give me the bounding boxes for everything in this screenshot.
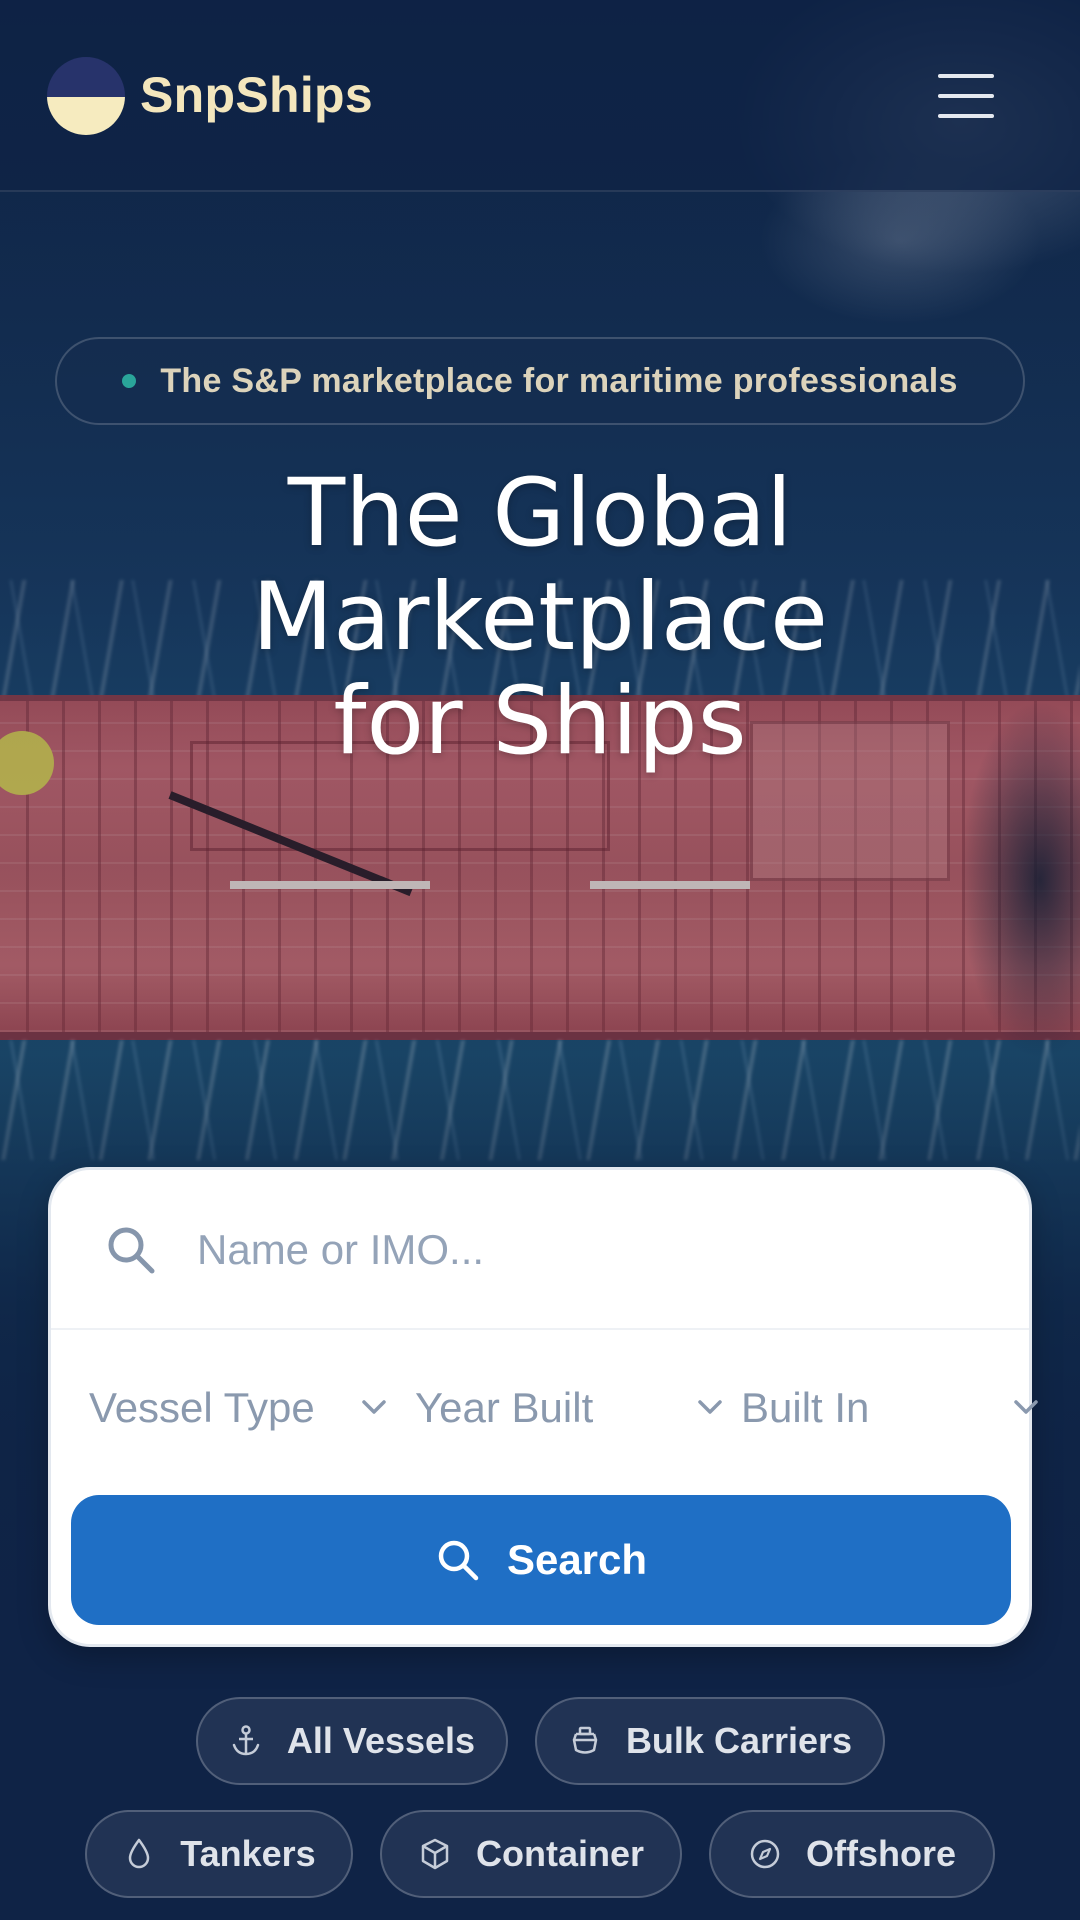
- category-chip-offshore[interactable]: Offshore: [709, 1810, 995, 1898]
- built-in-select[interactable]: Built In: [741, 1368, 1038, 1448]
- category-label: Tankers: [180, 1833, 316, 1874]
- status-dot-icon: [122, 374, 137, 388]
- hero-headline: The Global Marketplace for Ships: [140, 462, 940, 774]
- category-label: Offshore: [805, 1833, 956, 1874]
- category-chip-tankers[interactable]: Tankers: [85, 1810, 353, 1898]
- brand-name[interactable]: SnpShips: [140, 66, 373, 124]
- category-chip-bulk-carriers[interactable]: Bulk Carriers: [535, 1697, 885, 1785]
- chevron-down-icon: [362, 1400, 386, 1414]
- built-in-label: Built In: [741, 1384, 870, 1431]
- search-input[interactable]: [197, 1210, 977, 1290]
- tagline-text: The S&P marketplace for maritime profess…: [160, 361, 958, 400]
- category-label: Bulk Carriers: [625, 1720, 853, 1761]
- compass-icon: [750, 1839, 780, 1869]
- box-icon: [421, 1838, 449, 1870]
- category-label: All Vessels: [286, 1720, 476, 1761]
- search-button[interactable]: Search: [71, 1495, 1011, 1625]
- headline-line-1: The Global: [287, 459, 793, 568]
- hamburger-menu-icon[interactable]: [938, 72, 998, 118]
- tagline-badge: The S&P marketplace for maritime profess…: [55, 337, 1025, 425]
- top-nav-bar: SnpShips: [0, 0, 1080, 192]
- headline-line-3: for Ships: [333, 667, 747, 776]
- anchor-icon: [232, 1725, 260, 1756]
- vessel-type-label: Vessel Type: [89, 1384, 315, 1431]
- ship-icon: [572, 1726, 598, 1754]
- droplet-icon: [129, 1838, 150, 1869]
- chevron-down-icon: [698, 1400, 722, 1414]
- category-label: Container: [475, 1833, 644, 1874]
- search-icon: [108, 1227, 155, 1274]
- search-icon: [438, 1540, 479, 1581]
- filter-row: Vessel Type Year Built Built In: [51, 1332, 1038, 1482]
- year-built-select[interactable]: Year Built: [415, 1368, 725, 1448]
- search-row: [51, 1170, 1029, 1330]
- chevron-down-icon: [1014, 1400, 1038, 1414]
- search-button-label: Search: [506, 1536, 648, 1583]
- category-chip-all-vessels[interactable]: All Vessels: [196, 1697, 508, 1785]
- vessel-type-select[interactable]: Vessel Type: [89, 1368, 386, 1448]
- year-built-label: Year Built: [415, 1384, 594, 1431]
- headline-line-2: Marketplace: [251, 563, 829, 672]
- brand-logo[interactable]: [47, 57, 125, 135]
- search-card: Vessel Type Year Built Built In Search: [48, 1167, 1038, 1647]
- category-chip-container[interactable]: Container: [380, 1810, 682, 1898]
